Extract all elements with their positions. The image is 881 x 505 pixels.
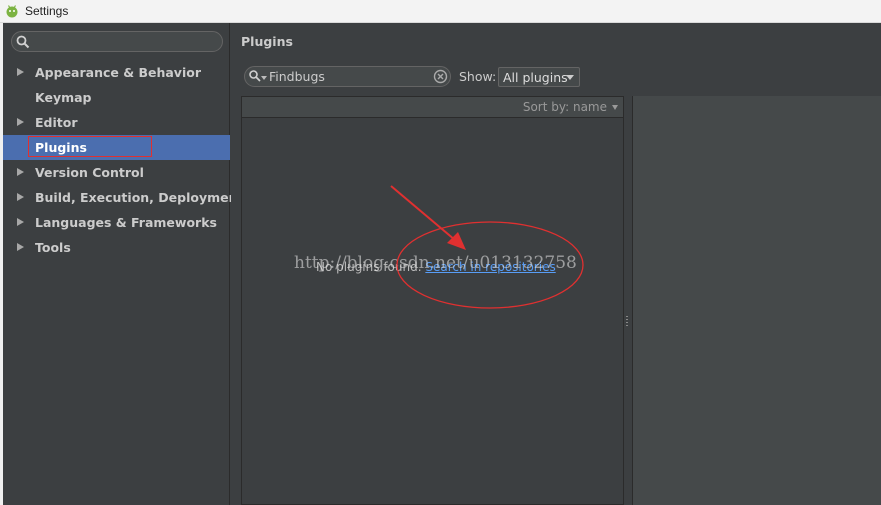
sidebar-item-editor[interactable]: Editor <box>3 110 230 135</box>
search-icon <box>16 35 30 49</box>
sidebar-item-label: Languages & Frameworks <box>35 215 217 230</box>
show-filter-label: Show: <box>459 69 497 84</box>
sidebar-item-languages-frameworks[interactable]: Languages & Frameworks <box>3 210 230 235</box>
expand-arrow-icon[interactable] <box>17 243 24 251</box>
page-title: Plugins <box>241 34 293 49</box>
sidebar-item-label: Plugins <box>35 140 87 155</box>
chevron-down-icon <box>612 105 618 110</box>
window-title: Settings <box>25 4 69 18</box>
sidebar-item-label: Editor <box>35 115 78 130</box>
sidebar-item-plugins[interactable]: Plugins <box>3 135 230 160</box>
settings-sidebar: Appearance & Behavior Keymap Editor Plug… <box>3 23 243 505</box>
sidebar-item-label: Tools <box>35 240 71 255</box>
show-filter-value: All plugins <box>503 70 568 85</box>
sidebar-item-label: Appearance & Behavior <box>35 65 201 80</box>
clear-icon[interactable] <box>433 69 448 84</box>
sidebar-item-build-execution-deployment[interactable]: Build, Execution, Deployment <box>3 185 243 210</box>
expand-arrow-icon[interactable] <box>17 118 24 126</box>
expand-arrow-icon[interactable] <box>17 218 24 226</box>
expand-arrow-icon[interactable] <box>17 168 24 176</box>
panel-splitter[interactable] <box>624 96 632 505</box>
sidebar-item-appearance-behavior[interactable]: Appearance & Behavior <box>3 60 230 85</box>
plugin-list-header: Sort by: name <box>242 97 623 118</box>
expand-arrow-icon[interactable] <box>17 68 24 76</box>
plugin-search-field[interactable]: Findbugs <box>244 66 451 87</box>
plugin-list[interactable]: Sort by: name No plugins found. Search i… <box>241 96 624 505</box>
android-studio-icon <box>6 5 18 18</box>
sidebar-item-label: Version Control <box>35 165 144 180</box>
title-bar: Settings <box>0 0 881 23</box>
sidebar-item-keymap[interactable]: Keymap <box>3 85 230 110</box>
sidebar-item-tools[interactable]: Tools <box>3 235 230 260</box>
splitter-grip-icon[interactable] <box>626 316 628 328</box>
search-history-dropdown-icon[interactable] <box>261 76 267 80</box>
expand-arrow-icon[interactable] <box>17 193 24 201</box>
sidebar-item-label: Keymap <box>35 90 92 105</box>
chevron-down-icon <box>566 75 574 80</box>
sidebar-item-version-control[interactable]: Version Control <box>3 160 230 185</box>
search-icon <box>249 70 261 82</box>
sort-by-button[interactable]: Sort by: name <box>523 100 607 114</box>
watermark: http://blog.csdn.net/u013132758 <box>294 253 577 273</box>
plugin-details-panel <box>632 96 881 505</box>
sidebar-item-label: Build, Execution, Deployment <box>35 190 244 205</box>
sidebar-search-field[interactable] <box>11 31 223 52</box>
plugin-search-input[interactable]: Findbugs <box>269 69 325 84</box>
sidebar-search-input[interactable] <box>34 34 218 50</box>
settings-tree: Appearance & Behavior Keymap Editor Plug… <box>3 60 243 260</box>
show-filter-dropdown[interactable]: All plugins <box>498 67 580 87</box>
